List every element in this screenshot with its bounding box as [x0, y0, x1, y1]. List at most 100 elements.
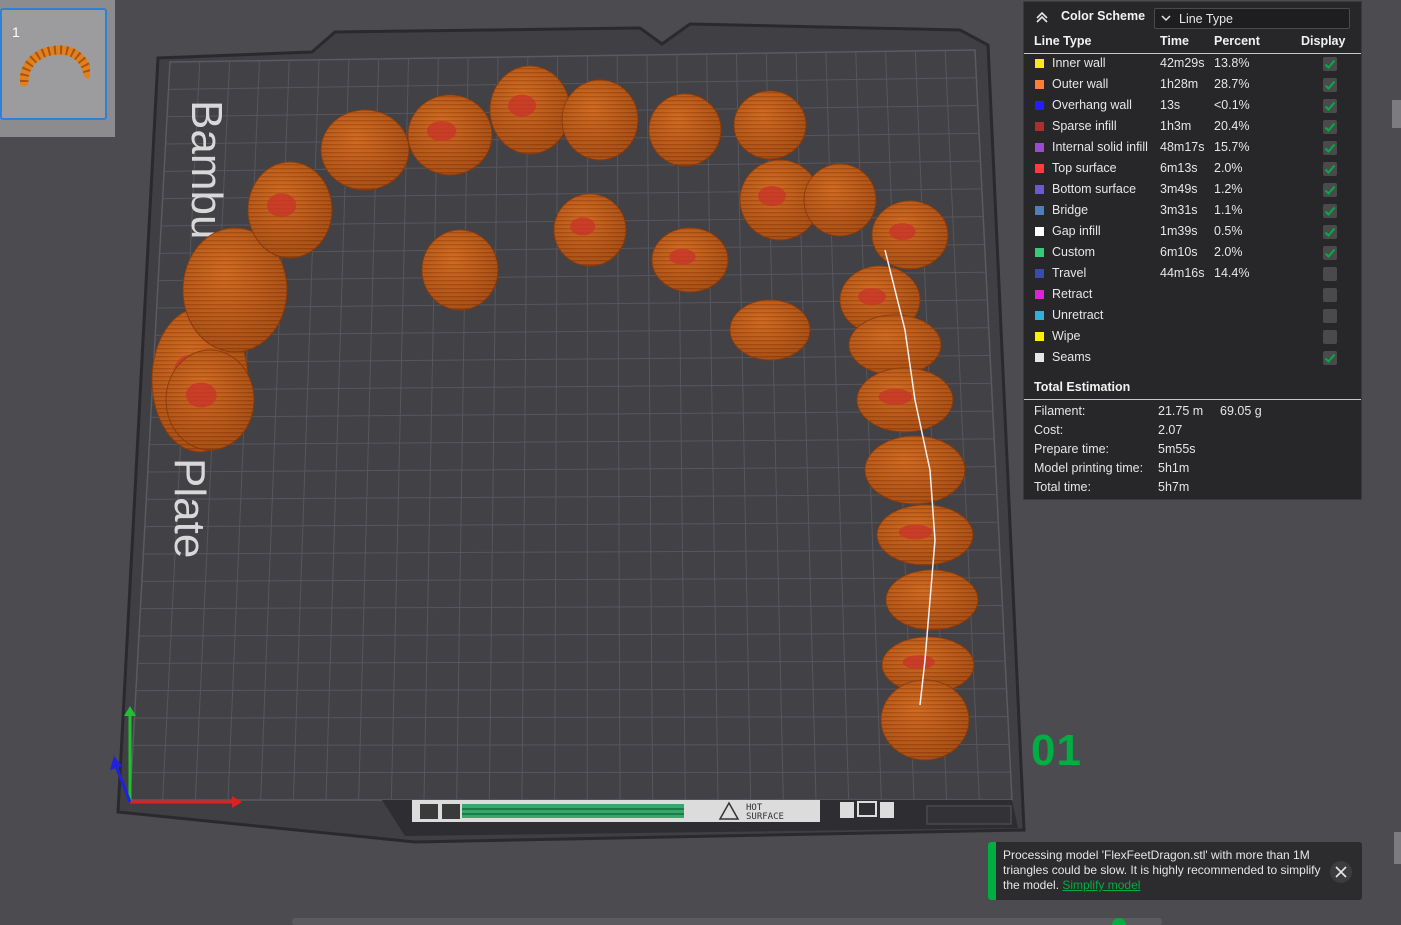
display-checkbox[interactable] — [1323, 267, 1337, 281]
check-icon — [1324, 227, 1336, 237]
notification-accent-bar — [988, 842, 996, 900]
display-checkbox[interactable] — [1323, 309, 1337, 323]
total-estimation-title: Total Estimation — [1034, 380, 1131, 394]
estimate-value-secondary: 69.05 g — [1220, 404, 1262, 418]
line-type-name: Seams — [1052, 350, 1091, 364]
display-checkbox[interactable] — [1323, 225, 1337, 239]
check-icon — [1324, 122, 1336, 132]
check-icon — [1324, 143, 1336, 153]
color-scheme-header: Color Scheme Line Type — [1024, 2, 1361, 32]
line-type-percent: 1.1% — [1214, 203, 1243, 217]
model-infill-patch — [508, 94, 536, 117]
line-type-time: 6m13s — [1160, 161, 1198, 175]
check-icon — [1324, 185, 1336, 195]
line-type-time: 44m16s — [1160, 266, 1205, 280]
display-checkbox[interactable] — [1323, 183, 1337, 197]
line-type-swatch — [1035, 269, 1044, 278]
total-divider — [1024, 399, 1361, 400]
header-time: Time — [1160, 34, 1189, 48]
line-type-row: Bottom surface 3m49s 1.2% — [1024, 180, 1361, 201]
check-icon — [1324, 59, 1336, 69]
color-scheme-title: Color Scheme — [1061, 9, 1146, 23]
line-type-name: Outer wall — [1052, 77, 1109, 91]
line-type-time: 3m31s — [1160, 203, 1198, 217]
line-type-time: 42m29s — [1160, 56, 1205, 70]
display-checkbox[interactable] — [1323, 351, 1337, 365]
display-checkbox[interactable] — [1323, 57, 1337, 71]
hot-surface-line2: SURFACE — [746, 812, 784, 822]
estimate-value: 21.75 m — [1158, 404, 1204, 418]
line-type-time: 1h3m — [1160, 119, 1192, 133]
line-type-row: Outer wall 1h28m 28.7% — [1024, 75, 1361, 96]
line-type-swatch — [1035, 311, 1044, 320]
line-type-swatch — [1035, 332, 1044, 341]
model-infill-patch — [185, 382, 217, 408]
plate-thumbnail-index: 1 — [12, 24, 20, 40]
line-type-swatch — [1035, 290, 1044, 299]
model-infill-patch — [758, 186, 786, 206]
display-checkbox[interactable] — [1323, 78, 1337, 92]
estimate-row: Model printing time: 5h1m — [1024, 461, 1361, 480]
display-checkbox[interactable] — [1323, 99, 1337, 113]
check-icon — [1324, 80, 1336, 90]
line-type-name: Internal solid infill — [1052, 140, 1148, 154]
model-infill-patch — [898, 524, 933, 540]
line-type-name: Retract — [1052, 287, 1093, 301]
plate-label-word1: Bambu — [182, 100, 231, 239]
line-type-row: Gap infill 1m39s 0.5% — [1024, 222, 1361, 243]
line-type-name: Bridge — [1052, 203, 1089, 217]
line-type-percent: 28.7% — [1214, 77, 1250, 91]
model-segment-shading — [422, 230, 498, 310]
line-type-row: Inner wall 42m29s 13.8% — [1024, 54, 1361, 75]
display-checkbox[interactable] — [1323, 288, 1337, 302]
model-segment-shading — [734, 91, 806, 159]
line-type-name: Overhang wall — [1052, 98, 1132, 112]
model-segment-shading — [321, 110, 409, 190]
line-type-swatch — [1035, 227, 1044, 236]
display-checkbox[interactable] — [1323, 162, 1337, 176]
line-type-row: Retract — [1024, 285, 1361, 306]
model-segment-shading — [562, 80, 638, 160]
color-scheme-panel: Color Scheme Line Type Line Type Time Pe… — [1023, 1, 1362, 500]
display-checkbox[interactable] — [1323, 141, 1337, 155]
line-type-row: Unretract — [1024, 306, 1361, 327]
line-type-time: 13s — [1160, 98, 1181, 112]
notification-close-button[interactable] — [1330, 861, 1352, 883]
collapse-icon[interactable] — [1034, 9, 1050, 25]
header-percent: Percent — [1214, 34, 1260, 48]
line-type-row: Seams — [1024, 348, 1361, 369]
plate-thumbnail[interactable]: 1 — [0, 8, 107, 120]
display-checkbox[interactable] — [1323, 204, 1337, 218]
line-type-percent: 20.4% — [1214, 119, 1250, 133]
estimate-row: Prepare time: 5m55s — [1024, 442, 1361, 461]
chevron-down-icon — [1161, 15, 1171, 22]
display-checkbox[interactable] — [1323, 120, 1337, 134]
line-type-row: Travel 44m16s 14.4% — [1024, 264, 1361, 285]
layer-slider-track[interactable] — [292, 918, 1162, 925]
line-type-swatch — [1035, 101, 1044, 110]
line-type-swatch — [1035, 248, 1044, 257]
line-type-name: Custom — [1052, 245, 1096, 259]
estimate-value: 5h1m — [1158, 461, 1190, 475]
color-scheme-select[interactable]: Line Type — [1154, 8, 1350, 29]
notification-toast: Processing model 'FlexFeetDragon.stl' wi… — [988, 842, 1362, 900]
model-segment-shading — [804, 164, 876, 236]
simplify-model-link[interactable]: Simplify model — [1062, 878, 1140, 892]
model-segment-shading — [849, 315, 941, 375]
line-type-row: Wipe — [1024, 327, 1361, 348]
line-type-swatch — [1035, 80, 1044, 89]
line-type-row: Sparse infill 1h3m 20.4% — [1024, 117, 1361, 138]
line-type-name: Top surface — [1052, 161, 1117, 175]
line-type-name: Sparse infill — [1052, 119, 1117, 133]
display-checkbox[interactable] — [1323, 246, 1337, 260]
check-icon — [1324, 248, 1336, 258]
estimate-value: 5m55s — [1158, 442, 1196, 456]
right-edge-handle[interactable] — [1392, 100, 1401, 128]
line-type-name: Unretract — [1052, 308, 1104, 322]
model-infill-patch — [669, 248, 696, 265]
display-checkbox[interactable] — [1323, 330, 1337, 344]
estimate-label: Prepare time: — [1034, 442, 1110, 456]
model-segment-shading — [730, 300, 810, 360]
right-edge-handle-lower[interactable] — [1394, 832, 1401, 864]
layer-slider-thumb[interactable] — [1112, 918, 1126, 925]
